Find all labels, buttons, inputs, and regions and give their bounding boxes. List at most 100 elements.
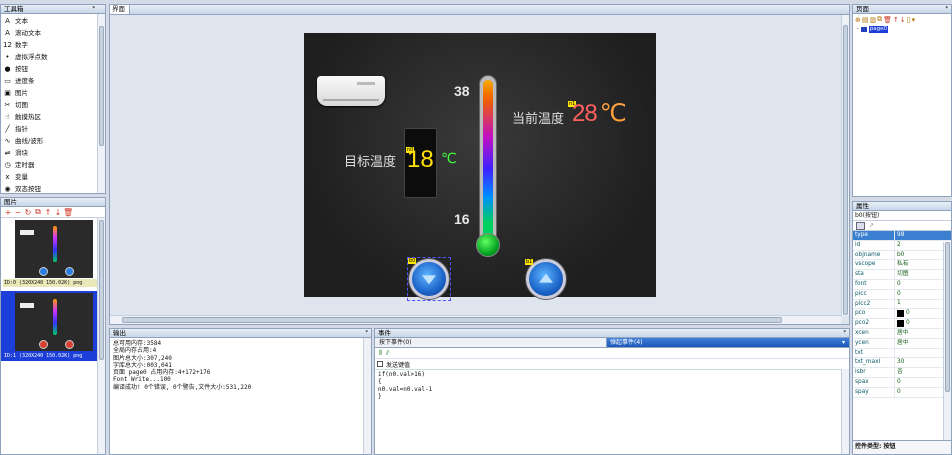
toolbox-item[interactable]: A 文本: [1, 15, 105, 27]
pages-panel: 页面 ᵠ ⊕ ▤ ▥ ⧉ 🗑 ↑ ↓ ▯ ▾ - page0: [852, 4, 952, 197]
property-value: 2: [897, 241, 901, 248]
tree-expander-icon[interactable]: -: [857, 26, 859, 32]
code-editor[interactable]: if(n0.val>16){n0.val=n0.val-1}: [375, 369, 849, 400]
events-scrollbar[interactable]: [841, 369, 849, 454]
insert-page-icon[interactable]: ▥: [870, 16, 877, 24]
property-row[interactable]: picc2 1: [853, 299, 951, 310]
send-key-checkbox[interactable]: [377, 361, 383, 367]
object-selector-value: b0(按钮): [855, 212, 880, 219]
tool-icon: ◉: [4, 184, 11, 193]
toolbox-item[interactable]: A 滚动文本: [1, 27, 105, 39]
toolbox-item[interactable]: ☝ 触摸热区: [1, 111, 105, 123]
design-vscrollbar[interactable]: [841, 15, 849, 316]
page-item-page0[interactable]: - page0: [857, 25, 951, 33]
picture-item-0[interactable]: ID:0 (320X240 150.02K) png: [1, 220, 99, 288]
property-row[interactable]: font 0: [853, 279, 951, 290]
property-row[interactable]: id 2: [853, 240, 951, 251]
move-up-icon[interactable]: ↑: [893, 16, 899, 24]
pin-icon[interactable]: ᵠ: [946, 5, 949, 12]
property-row[interactable]: type 98: [853, 231, 951, 241]
toolbox-item[interactable]: 12 数字: [1, 39, 105, 51]
properties-grid: type 98 id 2 objname b0 vscope 私有 sta 切图 font 0 picc…: [853, 231, 951, 398]
property-row[interactable]: isbr 否: [853, 368, 951, 378]
tool-icon: ◷: [4, 160, 11, 169]
property-row[interactable]: xcen 居中: [853, 328, 951, 339]
add-icon[interactable]: +: [3, 208, 13, 217]
page-menu-icon[interactable]: ▾: [912, 16, 916, 24]
color-swatch: [897, 320, 904, 328]
tool-icon: ●: [4, 64, 11, 73]
object-selector[interactable]: b0(按钮): [853, 211, 951, 221]
toolbox-item[interactable]: ▭ 进度条: [1, 75, 105, 87]
pin-icon[interactable]: ᵠ: [93, 5, 96, 12]
property-value: 98: [897, 231, 905, 238]
property-row[interactable]: pco 0: [853, 309, 951, 320]
picture-caption: ID:0 (320X240 150.02K) png: [3, 279, 99, 287]
toolbox-item[interactable]: x 变量: [1, 171, 105, 183]
tool-label: 曲线/波形: [15, 137, 44, 145]
properties-scrollbar[interactable]: [943, 242, 951, 440]
categorized-icon[interactable]: [856, 221, 865, 230]
move-up-icon[interactable]: ↑: [43, 208, 53, 217]
increase-button[interactable]: [526, 259, 568, 301]
design-hscrollbar[interactable]: [110, 315, 841, 324]
tool-icon: •: [5, 52, 10, 61]
increase-button-badge: b1: [525, 259, 534, 265]
move-down-icon[interactable]: ↓: [53, 208, 63, 217]
copy-page-icon[interactable]: ⧉: [877, 15, 882, 24]
toolbox-item[interactable]: • 虚拟浮点数: [1, 51, 105, 63]
format-icon[interactable]: ⫽: [386, 349, 389, 358]
property-value: 居中: [897, 339, 909, 346]
toolbox-item[interactable]: ⇌ 滑块: [1, 147, 105, 159]
picture-item-1[interactable]: ID:1 (320X240 150.02K) png: [1, 291, 99, 361]
target-temp-number[interactable]: 18: [407, 146, 434, 174]
toolbox-item[interactable]: ◉ 双态按钮: [1, 183, 105, 194]
replace-icon[interactable]: ↻: [23, 208, 33, 217]
toolbox-item[interactable]: ✂ 切图: [1, 99, 105, 111]
code-toolbar: ⫴ ⫽: [375, 348, 849, 359]
toolbox-item[interactable]: ╱ 指针: [1, 123, 105, 135]
toolbox-item[interactable]: ▣ 图片: [1, 87, 105, 99]
tool-label: 数字: [15, 41, 28, 49]
tab-release-event[interactable]: 弹起事件(4) ▾: [607, 338, 849, 347]
property-row[interactable]: ycen 居中: [853, 338, 951, 349]
add-page-icon[interactable]: ⊕: [855, 16, 861, 24]
property-row[interactable]: txt_maxl 30: [853, 358, 951, 369]
tool-icon: A: [5, 28, 10, 37]
tab-dropdown-icon[interactable]: ▾: [842, 338, 845, 348]
delete-icon[interactable]: 🗑: [63, 208, 73, 217]
pin-icon[interactable]: ᵠ: [366, 329, 369, 336]
property-row[interactable]: picc 0: [853, 289, 951, 300]
toolbox-item[interactable]: ◷ 定时器: [1, 159, 105, 171]
current-temp-value[interactable]: 28 ℃: [572, 99, 627, 128]
property-row[interactable]: spay 0: [853, 387, 951, 398]
property-row[interactable]: sta 切图: [853, 270, 951, 280]
delete-page-icon[interactable]: 🗑: [883, 16, 892, 24]
design-tab[interactable]: 界面: [110, 5, 130, 15]
output-scrollbar[interactable]: [363, 338, 371, 454]
tool-label: 定时器: [15, 161, 35, 169]
arrow-down-icon: [422, 275, 436, 285]
property-value: 居中: [897, 329, 909, 336]
open-folder-icon[interactable]: ▤: [862, 16, 869, 24]
export-icon[interactable]: ⧉: [33, 207, 43, 217]
increase-button-face: [526, 259, 566, 299]
pin-icon[interactable]: ᵠ: [844, 329, 847, 336]
remove-icon[interactable]: −: [13, 208, 23, 217]
property-row[interactable]: pco2 0: [853, 319, 951, 329]
property-row[interactable]: objname b0: [853, 250, 951, 261]
page-doc-icon[interactable]: ▯: [907, 16, 911, 24]
sort-icon[interactable]: ↗: [869, 222, 874, 229]
pictures-scrollbar[interactable]: [97, 218, 105, 454]
toolbox-scrollbar[interactable]: [97, 14, 105, 193]
property-value-cell[interactable]: 98: [895, 231, 951, 240]
property-row[interactable]: spax 0: [853, 377, 951, 388]
property-row[interactable]: txt: [853, 348, 951, 359]
syntax-icon[interactable]: ⫴: [379, 349, 382, 358]
move-down-icon[interactable]: ↓: [900, 16, 906, 24]
property-value: 0: [906, 320, 910, 327]
property-row[interactable]: vscope 私有: [853, 260, 951, 271]
toolbox-item[interactable]: ● 按钮: [1, 63, 105, 75]
tab-press-event[interactable]: 按下事件(0): [375, 338, 607, 347]
toolbox-item[interactable]: ∿ 曲线/波形: [1, 135, 105, 147]
